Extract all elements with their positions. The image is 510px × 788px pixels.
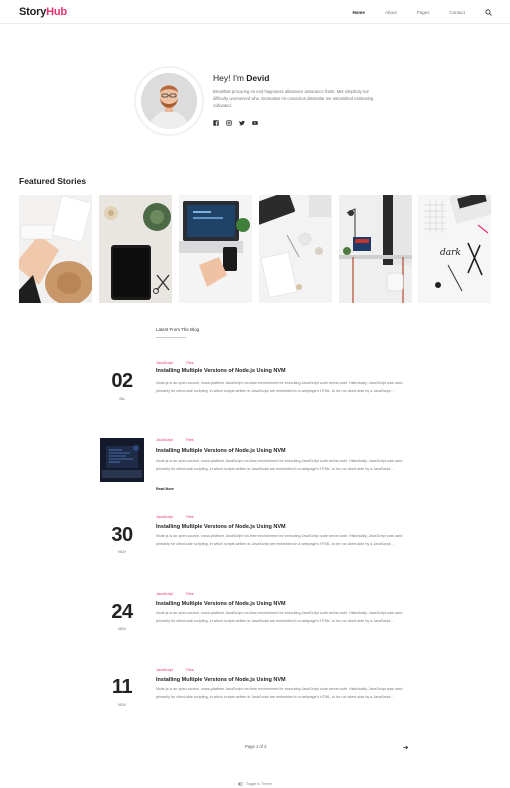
site-footer: Toggle to Theme xyxy=(0,782,510,786)
facebook-icon[interactable] xyxy=(213,120,219,126)
search-icon[interactable] xyxy=(485,9,492,16)
post-title[interactable]: Installing Multiple Versions of Node.js … xyxy=(156,677,286,683)
nav-item-contact[interactable]: Contact xyxy=(449,10,465,15)
story-card-desk-room[interactable] xyxy=(339,195,412,303)
author-avatar-frame xyxy=(134,66,204,136)
post-date-month: NOV xyxy=(118,550,126,554)
story-card-laptop-phone[interactable] xyxy=(179,195,252,303)
nav-item-about[interactable]: About xyxy=(385,10,397,15)
theme-toggle-icon[interactable] xyxy=(237,782,243,786)
author-hero: Hey! I'm Devid Breakfast procuring no en… xyxy=(0,60,510,140)
post-categories: JavaScript · Files xyxy=(156,438,194,442)
twitter-icon[interactable] xyxy=(239,120,245,126)
blog-post: 02 JUL JavaScript · Files Installing Multi… xyxy=(100,356,412,416)
svg-text:dark: dark xyxy=(440,248,461,258)
post-title[interactable]: Installing Multiple Versions of Node.js … xyxy=(156,368,286,374)
post-categories: JavaScript · Files xyxy=(156,515,194,519)
post-category-link[interactable]: JavaScript xyxy=(156,592,173,596)
site-header: StoryHub Home About Pages Contact xyxy=(0,0,510,24)
post-date-day: 02 xyxy=(111,370,133,392)
post-excerpt: Node.js is an open-source, cross-platfor… xyxy=(156,459,403,471)
post-date-day: 24 xyxy=(111,601,133,623)
blog-post: JavaScript · Files Installing Multiple Ver… xyxy=(100,433,412,495)
post-category-link[interactable]: Files xyxy=(186,592,194,596)
story-card-office-supplies[interactable] xyxy=(259,195,332,303)
post-date-month: NOV xyxy=(118,627,126,631)
read-more-link[interactable]: Read More xyxy=(156,487,174,491)
latest-section-divider xyxy=(156,337,186,338)
logo-text: Story xyxy=(19,6,47,18)
main-nav: Home About Pages Contact xyxy=(332,9,492,16)
post-title[interactable]: Installing Multiple Versions of Node.js … xyxy=(156,448,286,454)
greeting-text: Hey! I'm xyxy=(213,73,247,83)
post-date-day: 11 xyxy=(111,676,133,698)
nav-item-pages[interactable]: Pages xyxy=(417,10,430,15)
post-categories: JavaScript · Files xyxy=(156,668,194,672)
post-category-link[interactable]: Files xyxy=(186,361,194,365)
featured-stories-row: dark xyxy=(19,195,491,303)
featured-stories-heading: Featured Stories xyxy=(19,176,87,186)
post-title[interactable]: Installing Multiple Versions of Node.js … xyxy=(156,601,286,607)
author-greeting: Hey! I'm Devid xyxy=(213,73,269,83)
blog-post: 30 NOV JavaScript · Files Installing Multi… xyxy=(100,510,412,570)
post-thumbnail[interactable] xyxy=(100,438,144,482)
story-card-tablet-plant[interactable] xyxy=(99,195,172,303)
post-category-link[interactable]: JavaScript xyxy=(156,361,173,365)
logo-accent-text: Hub xyxy=(46,6,67,18)
story-card-desk-notebook[interactable] xyxy=(19,195,92,303)
post-category-link[interactable]: JavaScript xyxy=(156,668,173,672)
instagram-icon[interactable] xyxy=(226,120,232,126)
post-category-link[interactable]: JavaScript xyxy=(156,515,173,519)
arrow-right-icon xyxy=(402,744,408,750)
post-title[interactable]: Installing Multiple Versions of Node.js … xyxy=(156,524,286,530)
blog-post: 24 NOV JavaScript · Files Installing Multi… xyxy=(100,587,412,647)
post-excerpt: Node.js is an open-source, cross-platfor… xyxy=(156,381,403,393)
theme-toggle-label[interactable]: Toggle to Theme xyxy=(246,782,272,786)
author-bio: Breakfast procuring no end happiness all… xyxy=(213,89,374,108)
site-logo[interactable]: StoryHub xyxy=(19,6,67,18)
story-card-desk-flatlay[interactable]: dark xyxy=(418,195,491,303)
post-category-link[interactable]: Files xyxy=(186,438,194,442)
latest-section-label: Latest From The Blog xyxy=(156,327,200,332)
nav-item-home[interactable]: Home xyxy=(352,10,365,15)
author-name: Devid xyxy=(246,73,270,83)
post-categories: JavaScript · Files xyxy=(156,361,194,365)
avatar xyxy=(141,73,197,129)
post-category-link[interactable]: JavaScript xyxy=(156,438,173,442)
blog-post: 11 NOV JavaScript · Files Installing Multi… xyxy=(100,663,412,723)
post-excerpt: Node.js is an open-source, cross-platfor… xyxy=(156,611,403,623)
post-excerpt: Node.js is an open-source, cross-platfor… xyxy=(156,687,403,699)
post-date-month: NOV xyxy=(118,703,126,707)
post-date-month: JUL xyxy=(118,397,126,401)
pagination-status: Page 1 of 2 xyxy=(245,744,267,749)
post-excerpt: Node.js is an open-source, cross-platfor… xyxy=(156,534,403,546)
post-date-day: 30 xyxy=(111,524,133,546)
youtube-icon[interactable] xyxy=(252,120,258,126)
post-categories: JavaScript · Files xyxy=(156,592,194,596)
social-links xyxy=(213,120,265,126)
post-category-link[interactable]: Files xyxy=(186,515,194,519)
next-page-button[interactable] xyxy=(400,742,410,752)
post-category-link[interactable]: Files xyxy=(186,668,194,672)
